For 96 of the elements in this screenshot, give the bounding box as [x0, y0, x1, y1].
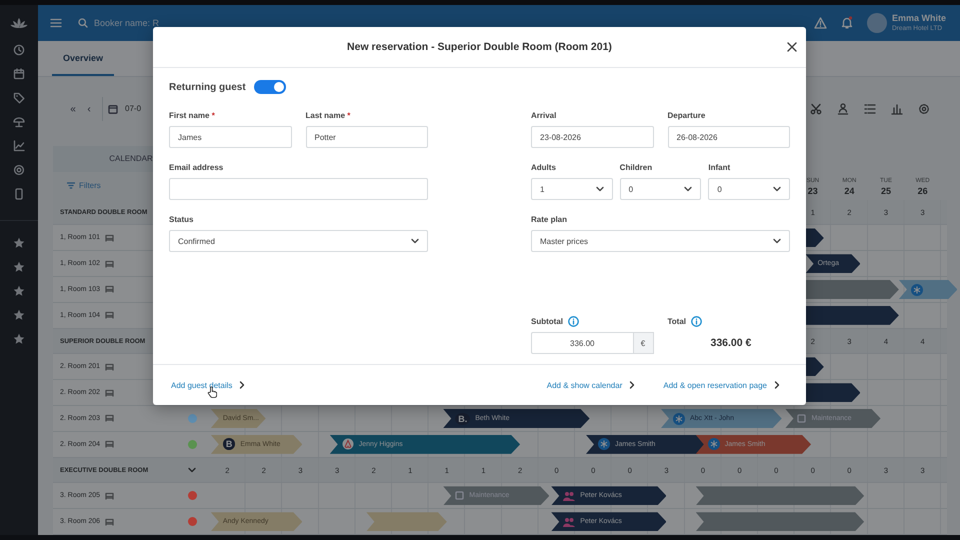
link[interactable]: Add guest details: [171, 380, 246, 390]
chevron-down-icon: [684, 186, 692, 192]
chevron-right-icon: [239, 381, 246, 389]
field-label: Rate plan: [531, 214, 568, 225]
menu-icon[interactable]: [50, 18, 62, 28]
user-name: Emma White: [892, 13, 946, 24]
chevron-down-icon: [773, 238, 781, 244]
toggle-label: Returning guest: [169, 82, 246, 92]
people-icon: [563, 490, 576, 501]
bed-icon: [105, 414, 114, 422]
field-label: Infant: [708, 162, 732, 173]
star-icon[interactable]: [13, 237, 25, 249]
bed-icon: [105, 362, 114, 371]
snowflake-badge-icon: [598, 438, 610, 450]
field-label: Last name *: [306, 110, 352, 121]
settings-icon[interactable]: [918, 103, 930, 116]
tag-icon[interactable]: [13, 92, 25, 104]
first-page-button[interactable]: «: [66, 97, 80, 122]
star-icon[interactable]: [13, 285, 25, 297]
person-icon[interactable]: [837, 103, 849, 116]
field-label: Arrival: [531, 110, 558, 121]
umbrella-icon[interactable]: [13, 116, 25, 128]
snowflake-badge-icon: [708, 438, 720, 450]
info-icon[interactable]: [691, 316, 702, 327]
list-icon[interactable]: [864, 103, 876, 116]
info-icon[interactable]: [568, 316, 579, 327]
calendar-icon: [108, 104, 118, 114]
select-field[interactable]: 1: [531, 178, 613, 200]
field-label: First name *: [169, 110, 216, 121]
star-icon[interactable]: [13, 333, 25, 345]
bell-icon[interactable]: [840, 16, 853, 30]
field-label: Departure: [668, 110, 706, 121]
select-field[interactable]: 0: [620, 178, 702, 200]
scissors-icon[interactable]: [810, 103, 822, 116]
toggle-switch[interactable]: [254, 80, 286, 94]
dialog-title: New reservation - Superior Double Room (Room 201): [347, 41, 612, 53]
select-field[interactable]: Confirmed: [169, 230, 428, 252]
select-field[interactable]: 0: [708, 178, 790, 200]
chevron-down-icon: [411, 238, 419, 244]
input-field[interactable]: Potter: [306, 126, 428, 148]
bed-icon: [105, 260, 114, 268]
total-amount: 336.00 €: [710, 336, 752, 351]
input-field[interactable]: 26-08-2026: [668, 126, 790, 148]
star-icon[interactable]: [13, 309, 25, 321]
phone-icon[interactable]: [13, 188, 25, 200]
input-field[interactable]: James: [169, 126, 292, 148]
day-number: 26: [918, 186, 928, 196]
tab[interactable]: Overview: [52, 40, 114, 76]
bed-icon: [105, 388, 114, 397]
previous-button[interactable]: ‹: [82, 97, 96, 122]
people-icon: [563, 516, 576, 527]
input-field[interactable]: 23-08-2026: [531, 126, 654, 148]
chevron-right-icon: [629, 381, 636, 389]
link[interactable]: Add & show calendar: [546, 380, 636, 390]
search-icon: [78, 18, 88, 28]
lotus-logo-icon[interactable]: [10, 17, 28, 29]
bed-icon: [105, 440, 114, 448]
search-field[interactable]: Booker name: R: [94, 18, 294, 28]
square-icon: [455, 491, 464, 500]
field-label: Total: [668, 316, 686, 327]
subtotal-field[interactable]: 336.00: [531, 332, 634, 354]
bed-icon: [105, 234, 114, 242]
chevron-down-icon: [596, 186, 604, 192]
link[interactable]: Add & open reservation page: [663, 380, 780, 390]
field-label: Subtotal: [531, 316, 563, 327]
day-number: 24: [844, 186, 854, 196]
warning-icon[interactable]: [814, 16, 827, 29]
bed-icon: [105, 492, 114, 500]
line-chart-icon[interactable]: [13, 140, 25, 152]
field-label: Adults: [531, 162, 557, 173]
chevron-down-icon: [773, 186, 782, 192]
field-label: Status: [169, 214, 194, 225]
close-icon[interactable]: [787, 42, 797, 52]
date-text: 07-0: [125, 103, 142, 116]
bar-chart-icon[interactable]: [891, 103, 903, 116]
clock-icon[interactable]: [13, 44, 25, 56]
input-field[interactable]: [169, 178, 428, 200]
day-number: 23: [808, 186, 818, 196]
ring-badge-icon: [342, 438, 354, 450]
bed-icon: [105, 311, 114, 320]
letter-badge: B: [222, 438, 236, 450]
filter-icon: [67, 182, 75, 190]
calendar-icon[interactable]: [13, 68, 25, 80]
chevron-right-icon: [774, 381, 780, 389]
snowflake-badge-icon: [673, 412, 685, 425]
snowflake-badge-icon: [910, 284, 923, 296]
bed-icon: [105, 518, 114, 526]
star-icon[interactable]: [13, 261, 25, 273]
select-field[interactable]: Master prices: [531, 230, 790, 252]
square-icon: [797, 414, 806, 424]
letter-badge: B.: [455, 412, 470, 425]
currency-label: €: [634, 332, 654, 354]
field-label: Children: [620, 162, 654, 173]
bed-icon: [105, 285, 114, 294]
day-number: 25: [880, 186, 891, 196]
chevron-icon[interactable]: [188, 467, 196, 473]
